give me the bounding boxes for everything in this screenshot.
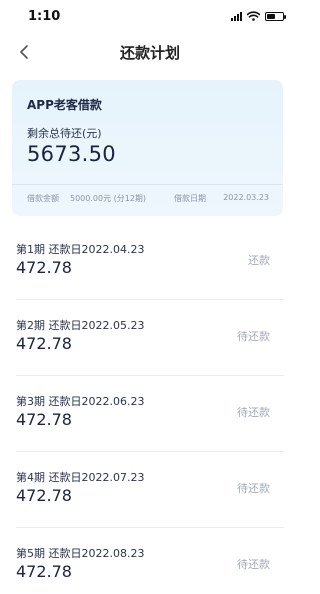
plan-period-date: 第4期 还款日2022.07.23 bbox=[16, 471, 145, 484]
plan-row[interactable]: 第3期 还款日2022.06.23 472.78 待还款 bbox=[0, 376, 300, 452]
plan-status: 还款 bbox=[248, 254, 270, 267]
plan-row[interactable]: 第2期 还款日2022.05.23 472.78 待还款 bbox=[0, 300, 300, 376]
plan-amount: 472.78 bbox=[16, 486, 72, 505]
status-time: 1:10 bbox=[28, 9, 61, 24]
plan-amount: 472.78 bbox=[16, 562, 72, 581]
card-divider bbox=[12, 184, 283, 185]
plan-amount: 472.78 bbox=[16, 410, 72, 429]
plan-status: 待还款 bbox=[237, 330, 270, 343]
plan-row[interactable]: 第1期 还款日2022.04.23 472.78 还款 bbox=[0, 224, 300, 300]
plan-period-date: 第1期 还款日2022.04.23 bbox=[16, 243, 145, 256]
nav-bar: 还款计划 bbox=[0, 34, 300, 70]
plan-period-date: 第5期 还款日2022.08.23 bbox=[16, 547, 145, 560]
plan-status: 待还款 bbox=[237, 482, 270, 495]
battery-icon bbox=[265, 11, 286, 21]
loan-summary-card: APP老客借款 剩余总待还(元) 5673.50 借款金额 5000.00元 (… bbox=[12, 80, 283, 216]
plan-amount: 472.78 bbox=[16, 334, 72, 353]
plan-status: 待还款 bbox=[237, 406, 270, 419]
remaining-label: 剩余总待还(元) bbox=[27, 127, 102, 140]
signal-icon bbox=[231, 11, 242, 21]
plan-row[interactable]: 第5期 还款日2022.08.23 472.78 待还款 bbox=[0, 528, 300, 594]
wifi-icon bbox=[247, 11, 260, 21]
remaining-amount: 5673.50 bbox=[27, 142, 116, 166]
battery-level bbox=[267, 13, 276, 19]
plan-row[interactable]: 第4期 还款日2022.07.23 472.78 待还款 bbox=[0, 452, 300, 528]
page-title: 还款计划 bbox=[119, 44, 180, 62]
plan-amount: 472.78 bbox=[16, 258, 72, 277]
status-bar: 1:10 bbox=[0, 0, 300, 34]
loan-amount-label: 借款金额 bbox=[27, 194, 59, 203]
loan-date-label: 借款日期 bbox=[174, 194, 206, 203]
loan-amount-value: 5000.00元 (分12期) bbox=[70, 194, 147, 203]
loan-date-value: 2022.03.23 bbox=[223, 193, 269, 202]
loan-title: APP老客借款 bbox=[27, 98, 102, 112]
plan-period-date: 第2期 还款日2022.05.23 bbox=[16, 319, 145, 332]
status-icons bbox=[231, 11, 286, 21]
plan-status: 待还款 bbox=[237, 558, 270, 571]
plan-period-date: 第3期 还款日2022.06.23 bbox=[16, 395, 145, 408]
